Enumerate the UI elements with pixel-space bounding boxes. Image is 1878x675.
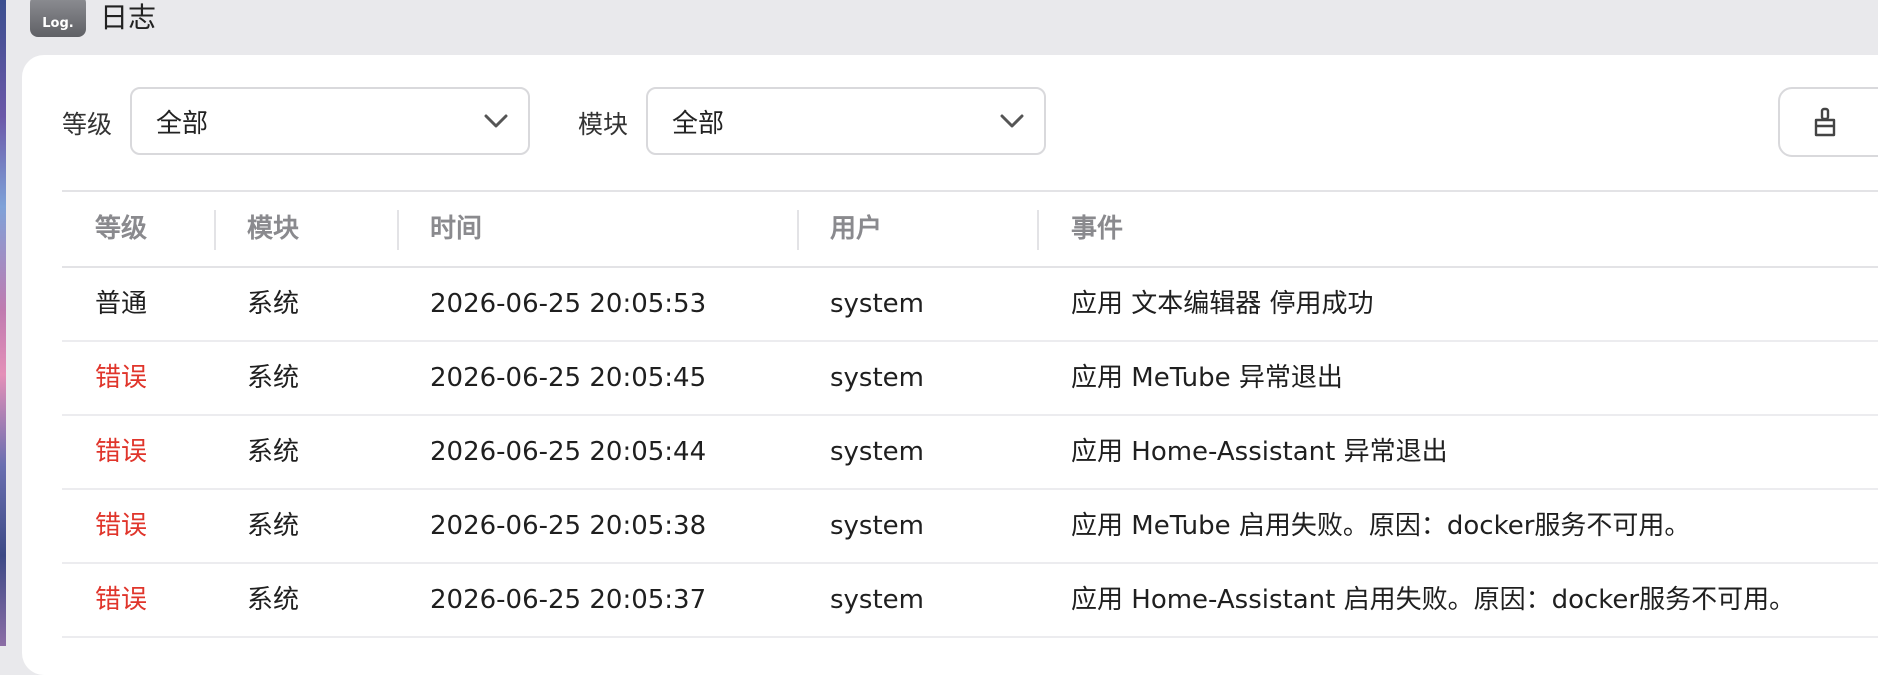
row-module: 系统 <box>247 511 300 541</box>
table-header: 等级 模块 时间 用户 事件 <box>62 192 1878 268</box>
level-filter-label: 等级 <box>62 110 113 139</box>
column-divider <box>397 210 399 250</box>
row-level: 错误 <box>95 363 148 393</box>
row-level: 错误 <box>95 511 148 541</box>
window-header: Log. 日志 <box>30 0 156 40</box>
chevron-down-icon <box>484 114 508 128</box>
row-module: 系统 <box>247 363 300 393</box>
log-app-icon: Log. <box>30 0 86 37</box>
row-user: system <box>830 511 924 541</box>
row-module: 系统 <box>247 289 300 319</box>
column-header-time[interactable]: 时间 <box>430 192 482 266</box>
row-event: 应用 MeTube 启用失败。原因：docker服务不可用。 <box>1071 511 1691 541</box>
row-time: 2026-06-25 20:05:37 <box>430 585 707 615</box>
table-row[interactable]: 错误 系统 2026-06-25 20:05:38 system 应用 MeTu… <box>62 490 1878 564</box>
column-divider <box>214 210 216 250</box>
chevron-down-icon <box>1000 114 1024 128</box>
row-time: 2026-06-25 20:05:53 <box>430 289 707 319</box>
column-divider <box>1037 210 1039 250</box>
table-row[interactable]: 普通 系统 2026-06-25 20:05:53 system 应用 文本编辑… <box>62 268 1878 342</box>
module-filter-value: 全部 <box>672 108 725 139</box>
table-row[interactable]: 错误 系统 2026-06-25 20:05:37 system 应用 Home… <box>62 564 1878 638</box>
row-level: 错误 <box>95 585 148 615</box>
row-module: 系统 <box>247 585 300 615</box>
row-time: 2026-06-25 20:05:45 <box>430 363 707 393</box>
desktop-wallpaper-edge <box>0 0 6 646</box>
row-module: 系统 <box>247 437 300 467</box>
column-header-module[interactable]: 模块 <box>247 192 299 266</box>
level-filter-select[interactable]: 全部 <box>130 87 530 155</box>
row-event: 应用 文本编辑器 停用成功 <box>1071 289 1374 319</box>
table-row[interactable]: 错误 系统 2026-06-25 20:05:45 system 应用 MeTu… <box>62 342 1878 416</box>
row-time: 2026-06-25 20:05:38 <box>430 511 707 541</box>
row-level: 错误 <box>95 437 148 467</box>
row-event: 应用 Home-Assistant 启用失败。原因：docker服务不可用。 <box>1071 585 1796 615</box>
row-event: 应用 Home-Assistant 异常退出 <box>1071 437 1448 467</box>
column-header-event[interactable]: 事件 <box>1071 192 1123 266</box>
clean-logs-button[interactable] <box>1778 87 1878 157</box>
row-user: system <box>830 289 924 319</box>
module-filter-select[interactable]: 全部 <box>646 87 1046 155</box>
row-user: system <box>830 363 924 393</box>
log-table: 等级 模块 时间 用户 事件 普通 系统 2026-06-25 20:05:53… <box>62 190 1878 638</box>
level-filter-value: 全部 <box>156 108 209 139</box>
row-event: 应用 MeTube 异常退出 <box>1071 363 1343 393</box>
column-divider <box>797 210 799 250</box>
table-row[interactable]: 错误 系统 2026-06-25 20:05:44 system 应用 Home… <box>62 416 1878 490</box>
row-level: 普通 <box>95 289 148 319</box>
broom-icon <box>1814 107 1836 137</box>
row-user: system <box>830 585 924 615</box>
row-user: system <box>830 437 924 467</box>
row-time: 2026-06-25 20:05:44 <box>430 437 707 467</box>
window-title: 日志 <box>100 1 157 34</box>
column-header-user[interactable]: 用户 <box>830 192 882 266</box>
column-header-level[interactable]: 等级 <box>95 192 147 266</box>
module-filter-label: 模块 <box>578 110 629 139</box>
